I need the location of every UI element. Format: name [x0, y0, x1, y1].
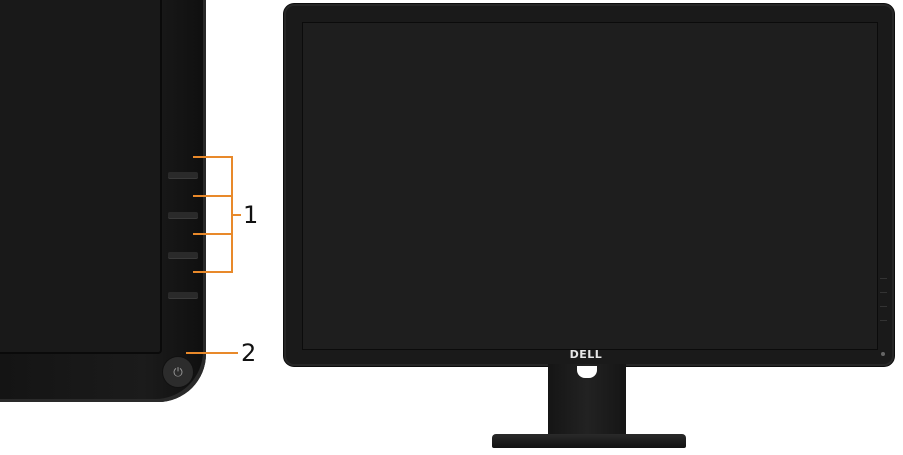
- power-button[interactable]: ⏻: [163, 357, 193, 387]
- menu-button-2[interactable]: [168, 212, 198, 218]
- stand-base: [492, 434, 686, 448]
- callout-1-line-top: [193, 156, 233, 158]
- menu-button-3[interactable]: [168, 252, 198, 258]
- dell-logo: DELL: [569, 348, 603, 361]
- mini-menu-button-1[interactable]: [880, 278, 887, 279]
- mini-menu-button-4[interactable]: [880, 320, 887, 321]
- callout-1-number: 1: [243, 201, 259, 229]
- monitor-screen: [302, 22, 878, 350]
- callout-2-line: [186, 352, 238, 354]
- callout-1-line-3: [193, 233, 233, 235]
- callout-1-line-bottom: [193, 271, 233, 273]
- mini-menu-button-2[interactable]: [880, 292, 887, 293]
- callout-2-number: 2: [241, 339, 257, 367]
- callout-1-leader: [233, 214, 241, 216]
- mini-power-button[interactable]: [881, 352, 885, 356]
- zoomed-screen-area: [0, 0, 162, 354]
- menu-button-4[interactable]: [168, 292, 198, 298]
- mini-menu-button-3[interactable]: [880, 306, 887, 307]
- menu-button-1[interactable]: [168, 172, 198, 178]
- power-icon: ⏻: [173, 365, 183, 379]
- cable-management-hole: [577, 366, 597, 378]
- callout-1-line-2: [193, 195, 233, 197]
